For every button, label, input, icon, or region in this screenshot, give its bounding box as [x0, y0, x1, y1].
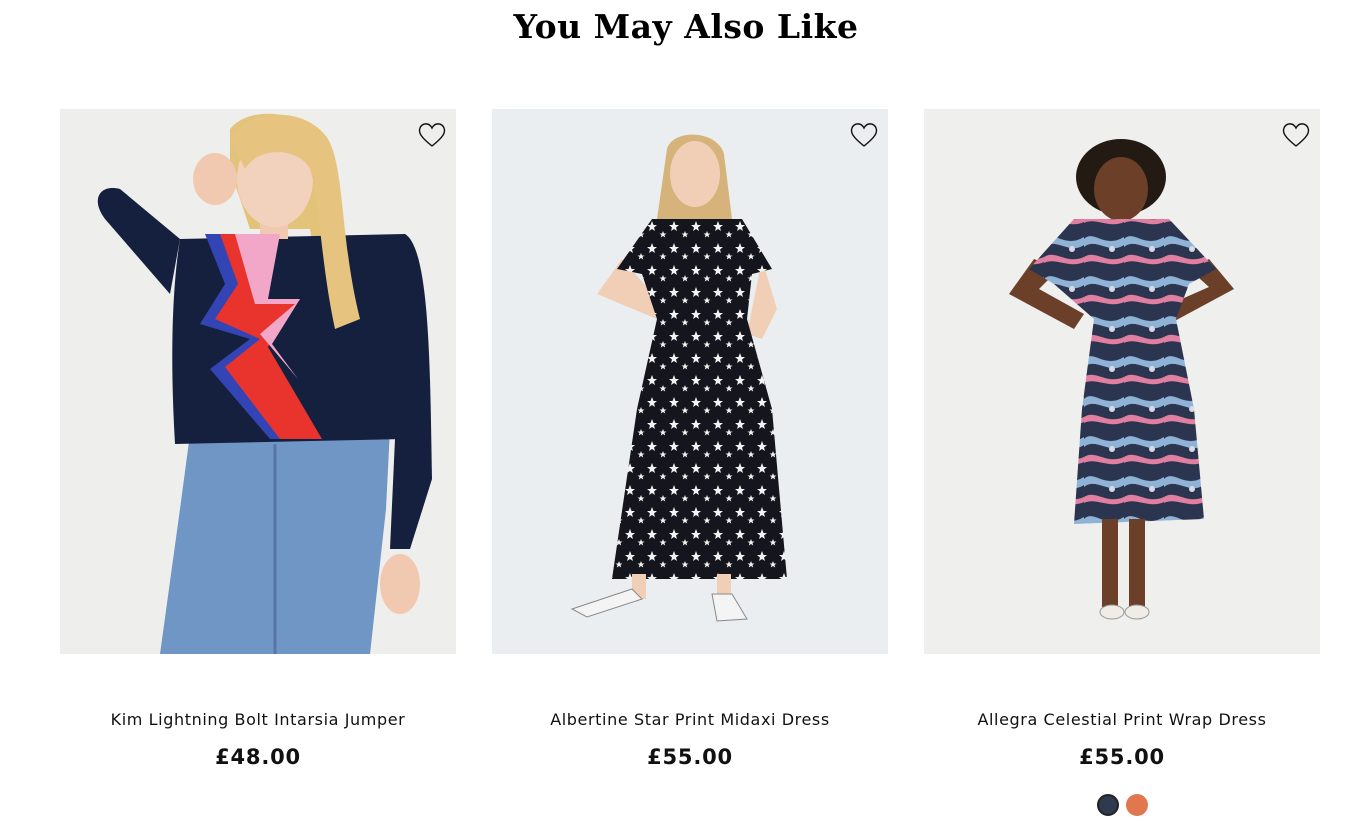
product-image[interactable]	[60, 109, 456, 654]
product-image[interactable]	[492, 109, 888, 654]
product-card[interactable]: Allegra Celestial Print Wrap Dress £55.0…	[924, 109, 1320, 816]
product-price: £48.00	[215, 745, 301, 769]
heart-outline-icon[interactable]	[416, 119, 448, 151]
product-image[interactable]	[924, 109, 1320, 654]
color-swatch-orange[interactable]	[1125, 794, 1148, 816]
model-photo	[97, 113, 432, 654]
section-title: You May Also Like	[513, 7, 859, 46]
model-photo	[570, 134, 787, 622]
color-swatch-navy[interactable]	[1096, 794, 1119, 816]
product-price: £55.00	[1079, 745, 1165, 769]
product-card[interactable]: Albertine Star Print Midaxi Dress £55.00	[492, 109, 888, 769]
model-photo	[1009, 139, 1234, 620]
product-card[interactable]: Kim Lightning Bolt Intarsia Jumper £48.0…	[60, 109, 456, 769]
color-swatches	[924, 794, 1320, 816]
heart-outline-icon[interactable]	[1280, 119, 1312, 151]
heart-outline-icon[interactable]	[848, 119, 880, 151]
product-name[interactable]: Albertine Star Print Midaxi Dress	[492, 710, 888, 729]
product-name[interactable]: Kim Lightning Bolt Intarsia Jumper	[60, 710, 456, 729]
product-price: £55.00	[647, 745, 733, 769]
product-name[interactable]: Allegra Celestial Print Wrap Dress	[924, 710, 1320, 729]
